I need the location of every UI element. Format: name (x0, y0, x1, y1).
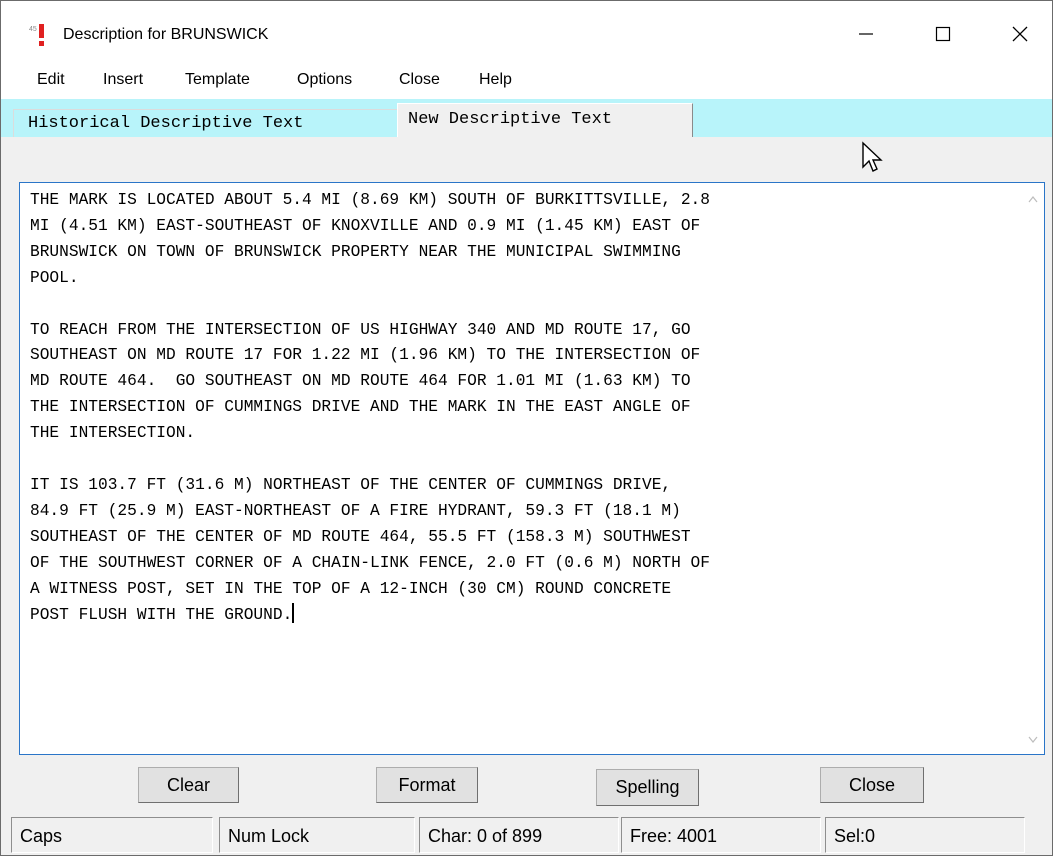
close-button[interactable]: Close (820, 767, 924, 803)
minimize-button[interactable] (837, 11, 895, 57)
description-text: THE MARK IS LOCATED ABOUT 5.4 MI (8.69 K… (30, 188, 1010, 628)
mouse-pointer-icon (862, 141, 883, 172)
tab-strip: Historical Descriptive Text New Descript… (1, 99, 1052, 138)
close-window-button[interactable] (991, 11, 1049, 57)
maximize-icon (935, 26, 951, 42)
menu-bar: Edit Insert Template Options Close Help (1, 63, 1052, 99)
scroll-down-arrow-icon[interactable] (1028, 736, 1038, 744)
window-title: Description for BRUNSWICK (63, 26, 269, 43)
status-char-count: Char: 0 of 899 (419, 817, 619, 853)
status-free: Free: 4001 (621, 817, 821, 853)
menu-edit[interactable]: Edit (37, 71, 65, 89)
vertical-scrollbar[interactable] (1022, 183, 1044, 754)
title-bar: 45 Description for BRUNSWICK (1, 1, 1052, 63)
menu-close[interactable]: Close (399, 71, 440, 89)
status-num-lock: Num Lock (219, 817, 415, 853)
menu-insert[interactable]: Insert (103, 71, 143, 89)
scroll-up-arrow-icon[interactable] (1028, 195, 1038, 203)
clear-button[interactable]: Clear (138, 767, 239, 803)
spelling-button[interactable]: Spelling (596, 769, 699, 806)
text-caret (292, 602, 295, 623)
paragraph-location: THE MARK IS LOCATED ABOUT 5.4 MI (8.69 K… (30, 191, 710, 287)
close-icon (1012, 26, 1028, 42)
app-icon: 45 (29, 24, 44, 46)
status-caps: Caps (11, 817, 213, 853)
paragraph-ties: IT IS 103.7 FT (31.6 M) NORTHEAST OF THE… (30, 475, 710, 624)
menu-options[interactable]: Options (297, 71, 352, 89)
tab-historical-descriptive-text[interactable]: Historical Descriptive Text (13, 109, 397, 137)
format-button[interactable]: Format (376, 767, 478, 803)
status-bar: Caps Num Lock Char: 0 of 899 Free: 4001 … (1, 815, 1052, 855)
minimize-icon (859, 33, 873, 35)
description-text-editor[interactable]: THE MARK IS LOCATED ABOUT 5.4 MI (8.69 K… (19, 182, 1045, 755)
description-window: 45 Description for BRUNSWICK Edit Insert… (0, 0, 1053, 856)
status-selection: Sel:0 (825, 817, 1025, 853)
svg-text:45: 45 (29, 26, 37, 33)
toolbar-area (1, 137, 1052, 179)
tab-new-descriptive-text[interactable]: New Descriptive Text (397, 103, 693, 138)
menu-template[interactable]: Template (185, 71, 250, 89)
paragraph-directions: TO REACH FROM THE INTERSECTION OF US HIG… (30, 320, 701, 443)
maximize-button[interactable] (914, 11, 972, 57)
menu-help[interactable]: Help (479, 71, 512, 89)
